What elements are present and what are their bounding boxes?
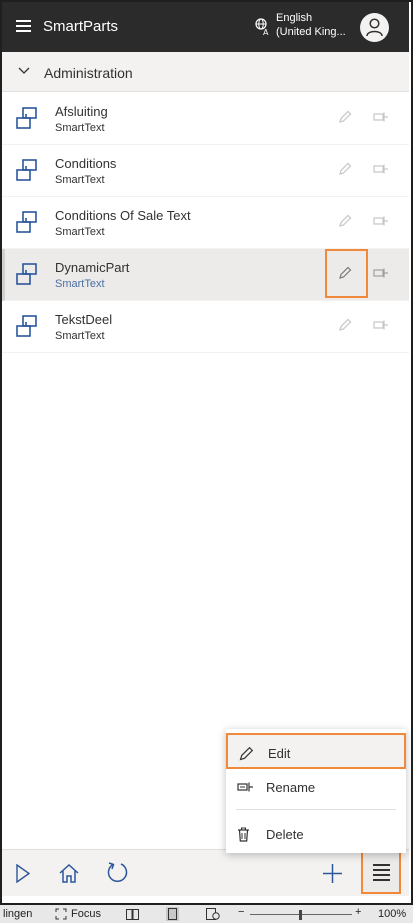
focus-button[interactable]: Focus <box>71 908 101 920</box>
bottom-toolbar <box>2 849 409 896</box>
menu-item-label: Delete <box>266 827 304 842</box>
menu-divider <box>236 809 396 810</box>
trash-icon <box>238 827 249 842</box>
avatar[interactable] <box>360 13 389 42</box>
smartpart-icon <box>16 107 37 129</box>
print-layout-icon[interactable] <box>166 907 179 921</box>
edit-pencil-icon[interactable] <box>338 214 352 228</box>
zoom-out-button[interactable]: − <box>238 906 244 918</box>
language-name: English <box>276 12 313 24</box>
item-type: SmartText <box>55 122 105 134</box>
edit-highlight-box <box>325 249 368 298</box>
add-icon[interactable] <box>322 863 343 884</box>
pencil-icon <box>239 746 254 761</box>
smartpart-icon <box>16 315 37 337</box>
rename-icon[interactable] <box>373 164 389 174</box>
rename-icon <box>237 782 253 792</box>
section-header[interactable]: Administration <box>2 52 409 92</box>
smartpart-icon <box>16 159 37 181</box>
item-type: SmartText <box>55 278 105 290</box>
rename-icon[interactable] <box>373 268 389 278</box>
app-header: SmartParts A English (United King... <box>2 2 409 52</box>
zoom-level[interactable]: 100% <box>378 908 406 920</box>
item-type: SmartText <box>55 330 105 342</box>
status-bar: lingen Focus − + 100% <box>0 905 413 923</box>
item-type: SmartText <box>55 226 105 238</box>
item-name: TekstDeel <box>55 312 113 327</box>
focus-icon <box>55 908 67 920</box>
item-name: DynamicPart <box>55 260 130 275</box>
hamburger-menu-icon[interactable] <box>16 20 31 34</box>
svg-text:A: A <box>263 28 269 36</box>
home-icon[interactable] <box>59 864 79 883</box>
read-mode-icon[interactable] <box>126 909 139 920</box>
menu-item-label: Edit <box>268 746 291 761</box>
edit-pencil-icon[interactable] <box>338 110 352 124</box>
menu-item-label: Rename <box>266 780 316 795</box>
edit-pencil-icon[interactable] <box>338 162 352 176</box>
rename-icon[interactable] <box>373 112 389 122</box>
item-name: Conditions <box>55 156 117 171</box>
smartpart-icon <box>16 211 37 233</box>
menu-item-edit[interactable]: Edit <box>226 733 406 769</box>
parts-list: Afsluiting SmartText Conditions SmartTex… <box>2 93 409 353</box>
zoom-in-button[interactable]: + <box>355 906 361 918</box>
item-name: Conditions Of Sale Text <box>55 208 191 223</box>
user-icon <box>366 18 383 37</box>
language-selector[interactable]: English (United King... <box>276 11 346 39</box>
list-item[interactable]: Conditions Of Sale Text SmartText <box>2 197 409 249</box>
app-title: SmartParts <box>43 18 119 35</box>
language-icon[interactable]: A <box>255 18 272 36</box>
list-item[interactable]: Afsluiting SmartText <box>2 93 409 145</box>
item-name: Afsluiting <box>55 104 108 119</box>
menu-item-delete[interactable]: Delete <box>226 816 406 852</box>
zoom-slider-thumb[interactable] <box>299 910 302 920</box>
rename-icon[interactable] <box>373 320 389 330</box>
item-type: SmartText <box>55 174 105 186</box>
edit-pencil-icon[interactable] <box>338 318 352 332</box>
smartpart-icon <box>16 263 37 285</box>
chevron-down-icon <box>18 67 30 74</box>
list-item[interactable]: Conditions SmartText <box>2 145 409 197</box>
section-title: Administration <box>44 65 133 81</box>
refresh-icon[interactable] <box>106 861 129 884</box>
web-layout-icon[interactable] <box>206 908 220 920</box>
more-menu-button[interactable] <box>361 846 401 894</box>
language-region: (United King... <box>276 26 346 38</box>
rename-icon[interactable] <box>373 216 389 226</box>
context-menu: Edit Rename Delete <box>226 729 406 853</box>
status-text: lingen <box>3 908 33 920</box>
play-icon[interactable] <box>15 864 31 883</box>
menu-item-rename[interactable]: Rename <box>226 769 406 805</box>
list-item[interactable]: TekstDeel SmartText <box>2 301 409 353</box>
